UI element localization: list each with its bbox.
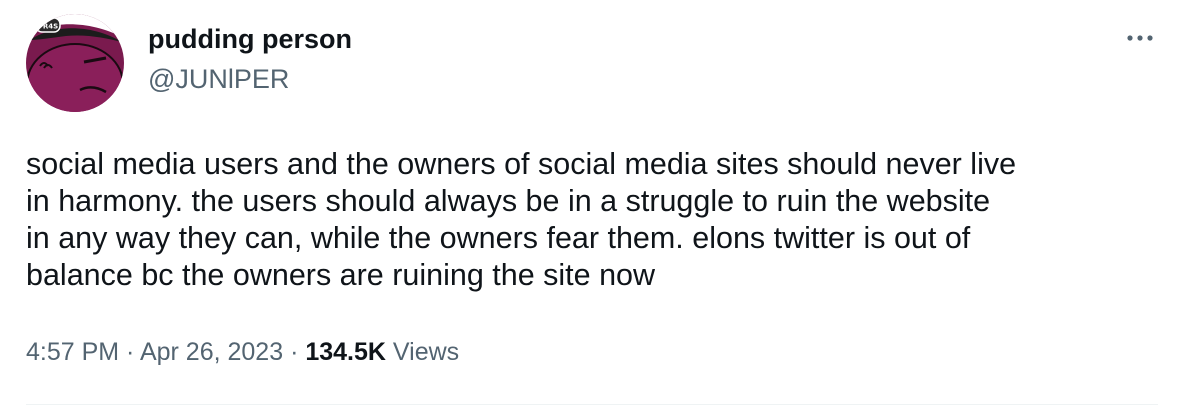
svg-text:PR4S: PR4S	[38, 23, 58, 31]
more-options-button[interactable]	[1122, 28, 1158, 48]
tweet-time[interactable]: 4:57 PM	[26, 338, 119, 366]
tweet-text: social media users and the owners of soc…	[26, 147, 1017, 292]
views-label: Views	[385, 338, 460, 366]
tweet-card: PR4S pudding person @JUNlPER social medi…	[0, 0, 1188, 416]
tweet-meta: 4:57 PM · Apr 26, 2023 · 134.5K Views	[26, 338, 459, 367]
avatar-image: PR4S	[26, 14, 124, 112]
views-count[interactable]: 134.5K	[305, 338, 386, 366]
divider	[26, 404, 1158, 405]
meta-separator: ·	[119, 338, 140, 366]
tweet-date[interactable]: Apr 26, 2023	[140, 338, 283, 366]
avatar[interactable]: PR4S	[26, 14, 124, 112]
author-handle[interactable]: @JUNlPER	[148, 64, 289, 95]
author-display-name[interactable]: pudding person	[148, 24, 352, 55]
meta-separator: ·	[283, 338, 306, 366]
more-horizontal-icon	[1127, 35, 1153, 41]
